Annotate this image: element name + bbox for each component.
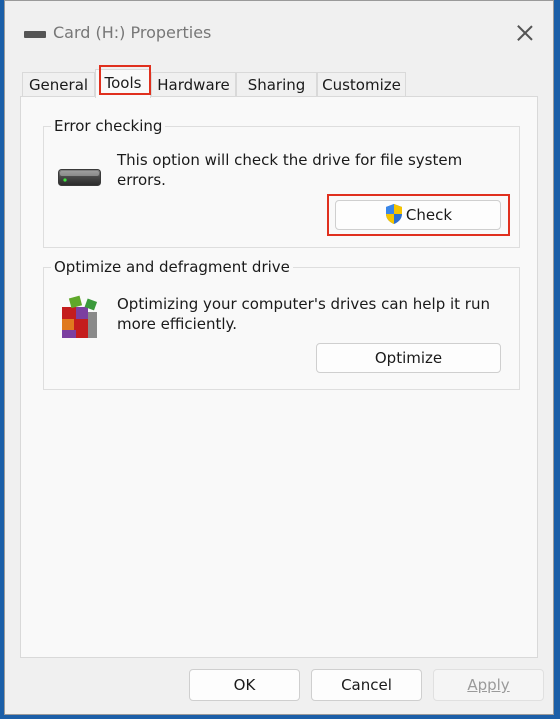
optimize-button[interactable]: Optimize (316, 343, 501, 373)
tab-sharing[interactable]: Sharing (236, 72, 317, 97)
properties-dialog: Card (H:) Properties General Tools Hardw… (4, 0, 554, 715)
cancel-button[interactable]: Cancel (311, 669, 422, 701)
optimize-legend: Optimize and defragment drive (51, 258, 293, 276)
tools-tab-highlight (99, 65, 151, 95)
tab-customize[interactable]: Customize (317, 72, 406, 97)
check-button-highlight (327, 194, 510, 236)
error-checking-description: This option will check the drive for fil… (117, 151, 463, 189)
window-title: Card (H:) Properties (53, 23, 212, 42)
hard-drive-icon (58, 169, 101, 186)
tab-hardware[interactable]: Hardware (151, 72, 236, 97)
defragment-icon (62, 295, 98, 338)
tab-general[interactable]: General (22, 72, 95, 97)
title-bar: Card (H:) Properties (5, 1, 553, 61)
close-button[interactable] (511, 19, 539, 47)
error-checking-legend: Error checking (51, 117, 166, 135)
optimize-group: Optimize and defragment drive Optimizing… (43, 258, 520, 390)
tools-panel: Error checking This option will check th… (20, 96, 538, 658)
apply-button[interactable]: Apply (433, 669, 544, 701)
apply-button-label: Apply (467, 676, 510, 694)
drive-icon (24, 31, 46, 38)
ok-button[interactable]: OK (189, 669, 300, 701)
optimize-description: Optimizing your computer's drives can he… (117, 295, 490, 333)
